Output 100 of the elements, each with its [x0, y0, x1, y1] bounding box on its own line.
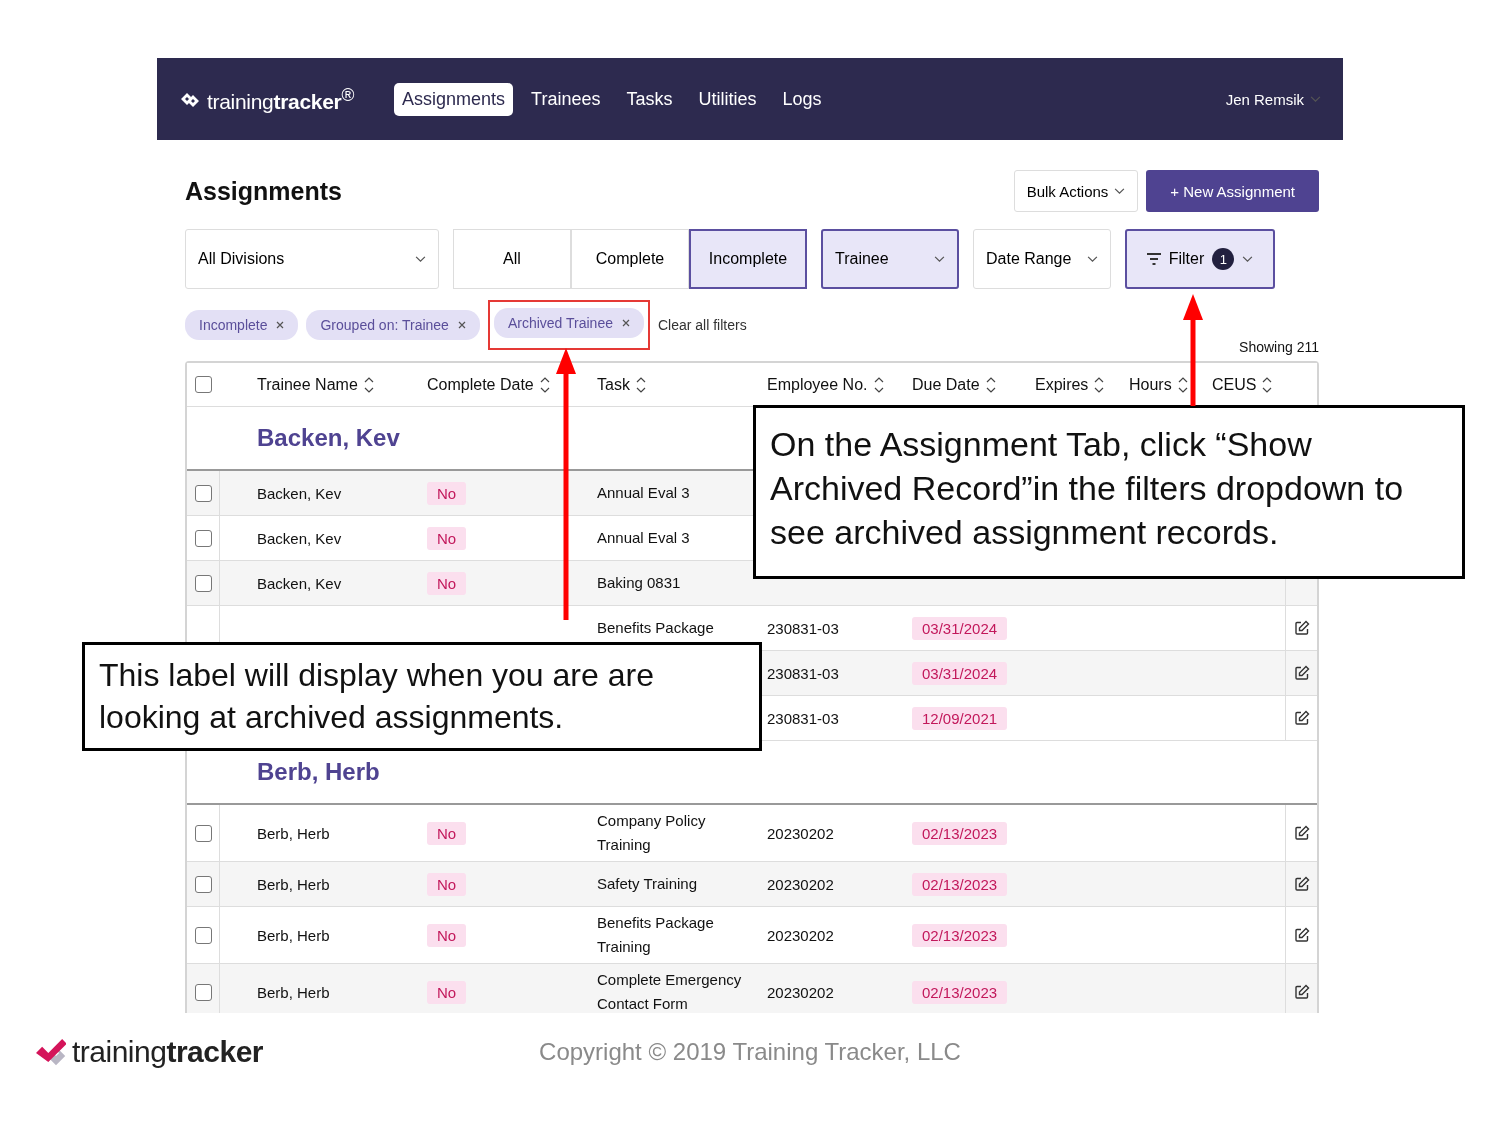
close-icon[interactable] [457, 321, 466, 329]
callout-box: This label will display when you are are looking at archived assignments. [82, 642, 762, 752]
checkbox[interactable] [194, 875, 212, 893]
sort-icon[interactable] [539, 375, 550, 394]
copyright-text: Copyright © 2019 Training Tracker, LLC [539, 1038, 961, 1066]
table-cell: 20230202 [767, 926, 834, 944]
table-cell-text: Company Policy Training [597, 811, 707, 855]
checkbox[interactable] [194, 824, 212, 842]
edit-icon[interactable] [1293, 665, 1310, 681]
checkbox[interactable] [194, 926, 212, 944]
table-cell: Berb, Herb [257, 875, 330, 893]
table-cell-text: Benefits Package [597, 618, 714, 638]
edit-icon[interactable] [1293, 710, 1310, 726]
checkbox[interactable] [194, 983, 212, 1001]
due-date-pill: 02/13/2023 [912, 821, 1008, 845]
edit-icon[interactable] [1293, 984, 1310, 1000]
status-pill: No [427, 980, 467, 1004]
table-cell: Berb, Herb [257, 926, 330, 944]
checkbox[interactable] [195, 376, 212, 393]
due-date-pill: 03/31/2024 [912, 616, 1008, 640]
status-tab[interactable]: All [453, 229, 571, 289]
status-pill: No [427, 821, 467, 845]
checkbox[interactable] [194, 574, 212, 592]
nav-tab[interactable]: Utilities [690, 82, 765, 116]
chevron-down-icon [934, 255, 945, 263]
sort-icon[interactable] [985, 375, 996, 394]
group-name: Berb, Herb [257, 758, 380, 786]
column-header[interactable]: Hours [1129, 375, 1172, 394]
nav-tab[interactable]: Assignments [394, 82, 514, 116]
table-cell: 230831-03 [767, 664, 839, 682]
user-menu[interactable]: Jen Remsik [1219, 89, 1327, 109]
checkbox[interactable] [194, 529, 212, 547]
edit-icon[interactable] [1293, 876, 1310, 892]
sort-icon[interactable] [1094, 375, 1105, 394]
close-icon[interactable] [276, 321, 285, 329]
sort-icon[interactable] [873, 375, 884, 394]
division-select[interactable]: All Divisions [185, 229, 439, 289]
table-cell: 20230202 [767, 875, 834, 893]
column-header[interactable]: Complete Date [427, 375, 534, 394]
edit-icon[interactable] [1293, 825, 1310, 841]
chevron-down-icon [1087, 255, 1098, 263]
due-date-pill: 02/13/2023 [912, 980, 1008, 1004]
logo-text: trainingtracker$^{®}$ [207, 84, 355, 114]
table-cell: Berb, Herb [257, 824, 330, 842]
column-header[interactable]: Trainee Name [257, 375, 358, 394]
sort-icon[interactable] [635, 375, 646, 394]
chevron-down-icon [1310, 95, 1321, 103]
filter-button[interactable]: Filter 1 [1125, 229, 1275, 289]
nav-tab[interactable]: Trainees [523, 82, 609, 116]
column-header[interactable]: Task [597, 375, 630, 394]
table-cell-text: Complete Emergency Contact Form [597, 970, 743, 1013]
table-cell: 230831-03 [767, 619, 839, 637]
column-header[interactable]: Due Date [912, 375, 980, 394]
filter-chip[interactable]: Grouped on: Trainee [306, 310, 480, 340]
sort-icon[interactable] [363, 375, 374, 394]
chevron-down-icon [415, 255, 426, 263]
status-tab[interactable]: Complete [571, 229, 689, 289]
chevron-down-icon [1114, 187, 1126, 195]
table-cell-text: Annual Eval 3 [597, 528, 690, 548]
due-date-pill: 02/13/2023 [912, 872, 1008, 896]
table-cell: 230831-03 [767, 709, 839, 727]
table-cell: 20230202 [767, 983, 834, 1001]
table-cell: Berb, Herb [257, 983, 330, 1001]
checkbox[interactable] [194, 484, 212, 502]
nav-tab[interactable]: Tasks [618, 82, 681, 116]
status-tab[interactable]: Incomplete [689, 229, 807, 289]
filter-chip[interactable]: Incomplete [185, 310, 299, 340]
edit-icon[interactable] [1293, 927, 1310, 943]
sort-icon[interactable] [1177, 375, 1188, 394]
table-cell-text: Annual Eval 3 [597, 483, 690, 503]
nav-tab[interactable]: Logs [774, 82, 830, 116]
close-icon[interactable] [621, 319, 630, 327]
column-header[interactable]: Employee No. [767, 375, 868, 394]
status-pill: No [427, 923, 467, 947]
callout-box: On the Assignment Tab, click “Show Archived Record”in the filters dropdown to see archived assignment records. [753, 405, 1465, 579]
due-date-pill: 03/31/2024 [912, 661, 1008, 685]
group-by-select[interactable]: Trainee [821, 229, 959, 289]
status-pill: No [427, 481, 467, 505]
bulk-actions-button[interactable]: Bulk Actions [1013, 170, 1139, 212]
table-cell: Backen, Kev [257, 529, 342, 547]
date-range-select[interactable]: Date Range [973, 229, 1111, 289]
result-count: Showing 211 [1239, 339, 1319, 355]
due-date-pill: 02/13/2023 [912, 923, 1008, 947]
table-cell: Backen, Kev [257, 484, 342, 502]
table-cell-text: Baking 0831 [597, 573, 681, 593]
new-assignment-button[interactable]: + New Assignment [1146, 170, 1319, 212]
column-header[interactable]: Expires [1035, 375, 1089, 394]
due-date-pill: 12/09/2021 [912, 706, 1008, 730]
filter-chip[interactable]: Archived Trainee [493, 308, 644, 338]
edit-icon[interactable] [1293, 620, 1310, 636]
group-name: Backen, Kev [257, 424, 400, 452]
chevron-down-icon [1242, 255, 1254, 263]
status-pill: No [427, 571, 467, 595]
sort-icon[interactable] [1262, 375, 1273, 394]
logo-icon [36, 1038, 66, 1066]
table-cell: 20230202 [767, 824, 834, 842]
column-header[interactable]: CEUS [1212, 375, 1257, 394]
count-badge: 1 [1212, 248, 1235, 270]
table-cell: Backen, Kev [257, 574, 342, 592]
clear-filters-link[interactable]: Clear all filters [657, 317, 747, 333]
